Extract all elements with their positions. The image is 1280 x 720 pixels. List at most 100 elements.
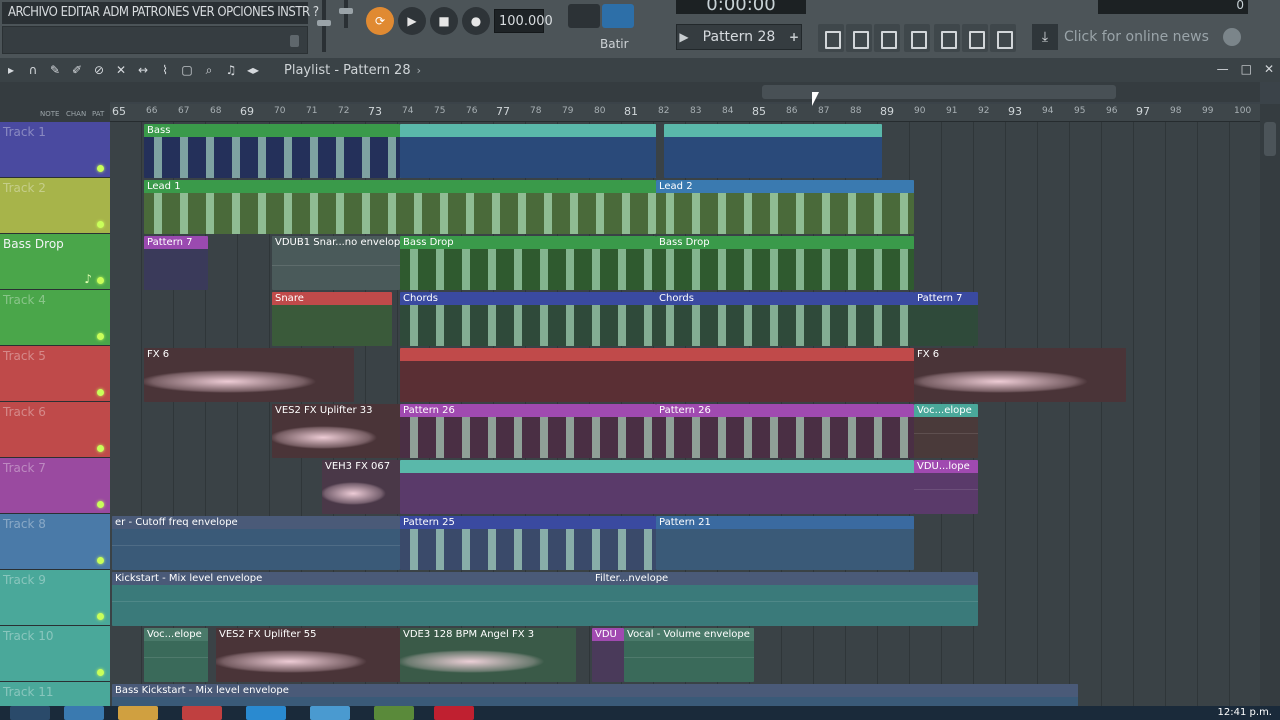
explorer-icon[interactable] (118, 706, 158, 720)
download-icon[interactable]: ⤓ (1032, 24, 1058, 50)
minimize-icon[interactable]: — (1217, 62, 1229, 76)
audio-clip[interactable]: VDE3 128 BPM Angel FX 3 (400, 628, 576, 682)
note-label[interactable]: NOTE (40, 110, 59, 118)
master-pitch-slider[interactable] (339, 0, 353, 28)
pencil-icon[interactable]: ✎ (44, 63, 66, 77)
track-name[interactable]: Track 8 (3, 517, 46, 531)
automation-clip[interactable]: Voc...elope (914, 404, 978, 458)
pattern-clip[interactable]: Pattern 26 (656, 404, 914, 458)
pattern-name[interactable]: Pattern 28 (691, 29, 787, 45)
browser-icon[interactable] (934, 24, 960, 52)
track-name[interactable]: Track 5 (3, 349, 46, 363)
pat-label[interactable]: PAT (92, 110, 104, 118)
pattern-clip[interactable] (400, 348, 914, 402)
track-header[interactable]: Track 9 (0, 570, 110, 626)
automation-clip[interactable]: VDUB1 Snar...no envelope (272, 236, 400, 290)
globe-icon[interactable] (1222, 28, 1241, 46)
track-header[interactable]: Track 7 (0, 458, 110, 514)
track-led[interactable] (97, 389, 104, 396)
automation-clip[interactable]: er - Cutoff freq envelope (112, 516, 400, 570)
track-led[interactable] (97, 221, 104, 228)
pattern-clip[interactable] (664, 124, 882, 178)
snap-selector[interactable]: Batir (600, 34, 664, 54)
mute-icon[interactable]: ✕ (110, 63, 132, 77)
track-name[interactable]: Bass Drop (3, 237, 64, 251)
chan-label[interactable]: CHAN (66, 110, 86, 118)
record-app-icon[interactable] (434, 706, 474, 720)
track-header[interactable]: Track 2 (0, 178, 110, 234)
pattern-clip[interactable]: Chords (656, 292, 914, 346)
track-header[interactable]: Track 11 (0, 682, 110, 706)
track-led[interactable] (97, 165, 104, 172)
automation-clip[interactable]: Filter...nvelope (592, 572, 978, 626)
arrow-icon[interactable]: ◂▸ (242, 63, 264, 77)
audio-clip[interactable]: VES2 FX Uplifter 33 (272, 404, 400, 458)
piano-roll-icon[interactable] (846, 24, 872, 52)
record-button[interactable]: ● (462, 7, 490, 35)
link-toggle[interactable] (602, 4, 634, 28)
pattern-clip[interactable]: Pattern 21 (656, 516, 914, 570)
pattern-clip[interactable]: Pattern 7 (914, 292, 978, 346)
track-name[interactable]: Track 11 (3, 685, 53, 699)
chrome-icon[interactable] (182, 706, 222, 720)
online-news-label[interactable]: Click for online news (1064, 29, 1209, 45)
magnet-icon[interactable]: ∩ (22, 63, 44, 77)
menu-arrow-icon[interactable]: ▸ (0, 63, 22, 77)
track-name[interactable]: Track 4 (3, 293, 46, 307)
slip-icon[interactable]: ↔ (132, 63, 154, 77)
track-header[interactable]: Track 5 (0, 346, 110, 402)
pattern-clip[interactable]: Pattern 7 (144, 236, 208, 290)
ie-icon[interactable] (64, 706, 104, 720)
playlist-grid[interactable]: Bass Lead 1 Lead 2 Pattern 7 VDUB1 Snar.… (110, 122, 1260, 706)
snap-toggle[interactable] (568, 4, 600, 28)
audio-clip[interactable]: VEH3 FX 067 (322, 460, 400, 514)
pattern-clip[interactable]: Pattern 25 (400, 516, 656, 570)
pattern-selector[interactable]: ▶ Pattern 28 + (676, 24, 802, 50)
track-header[interactable]: Track 8 (0, 514, 110, 570)
audio-clip[interactable]: FX 6 (144, 348, 354, 402)
brush-icon[interactable]: ✐ (66, 63, 88, 77)
pattern-clip[interactable]: Bass Drop (400, 236, 656, 290)
loop-mode-button[interactable]: ⟳ (366, 7, 394, 35)
lock-icon[interactable] (290, 35, 299, 47)
scroll-thumb[interactable] (1264, 122, 1276, 156)
app-icon[interactable] (310, 706, 350, 720)
pattern-add-icon[interactable]: + (787, 30, 801, 44)
plugin-database-icon[interactable] (990, 24, 1016, 52)
horizontal-scrollbar[interactable] (110, 82, 1260, 102)
automation-clip[interactable]: Bass Kickstart - Mix level envelope (112, 684, 1078, 706)
master-volume-slider[interactable] (317, 0, 331, 52)
track-name[interactable]: Track 9 (3, 573, 46, 587)
plugin-picker-icon[interactable] (962, 24, 988, 52)
mixer-icon[interactable] (904, 24, 930, 52)
pattern-clip[interactable]: Snare (272, 292, 392, 346)
track-name[interactable]: Track 6 (3, 405, 46, 419)
timeline-ruler[interactable]: 65 66 67 68 69 70 71 72 73 74 75 76 77 7… (110, 104, 1260, 122)
track-led[interactable] (97, 333, 104, 340)
track-header[interactable]: Track 4 (0, 290, 110, 346)
zoom-icon[interactable]: ⌕ (198, 63, 220, 78)
track-led[interactable] (97, 669, 104, 676)
track-name[interactable]: Track 1 (3, 125, 46, 139)
delete-icon[interactable]: ⊘ (88, 63, 110, 77)
channel-rack-icon[interactable] (874, 24, 900, 52)
main-menu[interactable]: ARCHIVO EDITAR ADM PATRONES VER OPCIONES… (2, 2, 319, 24)
audio-clip[interactable]: VES2 FX Uplifter 55 (216, 628, 400, 682)
pattern-clip[interactable] (400, 460, 914, 514)
select-icon[interactable]: ▢ (176, 63, 198, 77)
track-header[interactable]: Track 1 (0, 122, 110, 178)
stop-button[interactable]: ■ (430, 7, 458, 35)
play-button[interactable]: ▶ (398, 7, 426, 35)
track-led[interactable] (97, 445, 104, 452)
tempo-display[interactable]: 100.000 (494, 9, 553, 33)
pattern-clip[interactable]: Pattern 26 (400, 404, 656, 458)
track-led[interactable] (97, 613, 104, 620)
automation-clip[interactable]: VDU (592, 628, 624, 682)
automation-clip[interactable]: Kickstart - Mix level envelope (112, 572, 592, 626)
automation-clip[interactable]: Voc...elope (144, 628, 208, 682)
track-name[interactable]: Track 10 (3, 629, 53, 643)
slice-icon[interactable]: ⌇ (154, 63, 176, 77)
track-led[interactable] (97, 277, 104, 284)
audio-clip[interactable]: FX 6 (914, 348, 1126, 402)
app-icon[interactable] (246, 706, 286, 720)
